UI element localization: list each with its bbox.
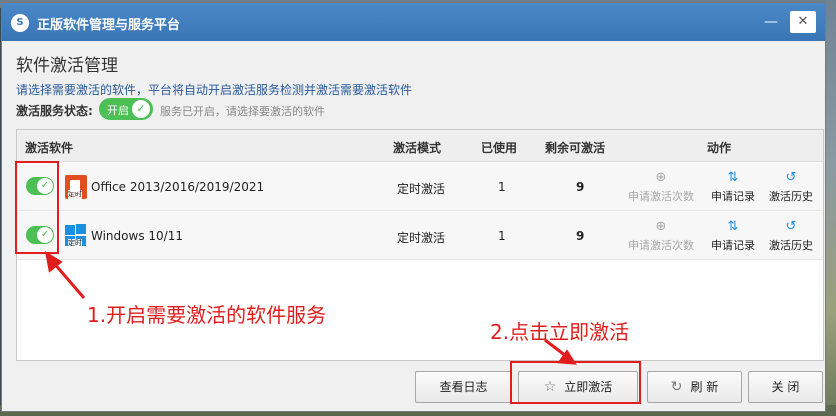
annotation-step2: 2.点击立即激活 xyxy=(490,320,630,344)
annotation-arrows xyxy=(44,250,577,365)
arrow-to-toggles xyxy=(51,261,86,299)
annotation-step1: 1.开启需要激活的软件服务 xyxy=(87,303,327,327)
